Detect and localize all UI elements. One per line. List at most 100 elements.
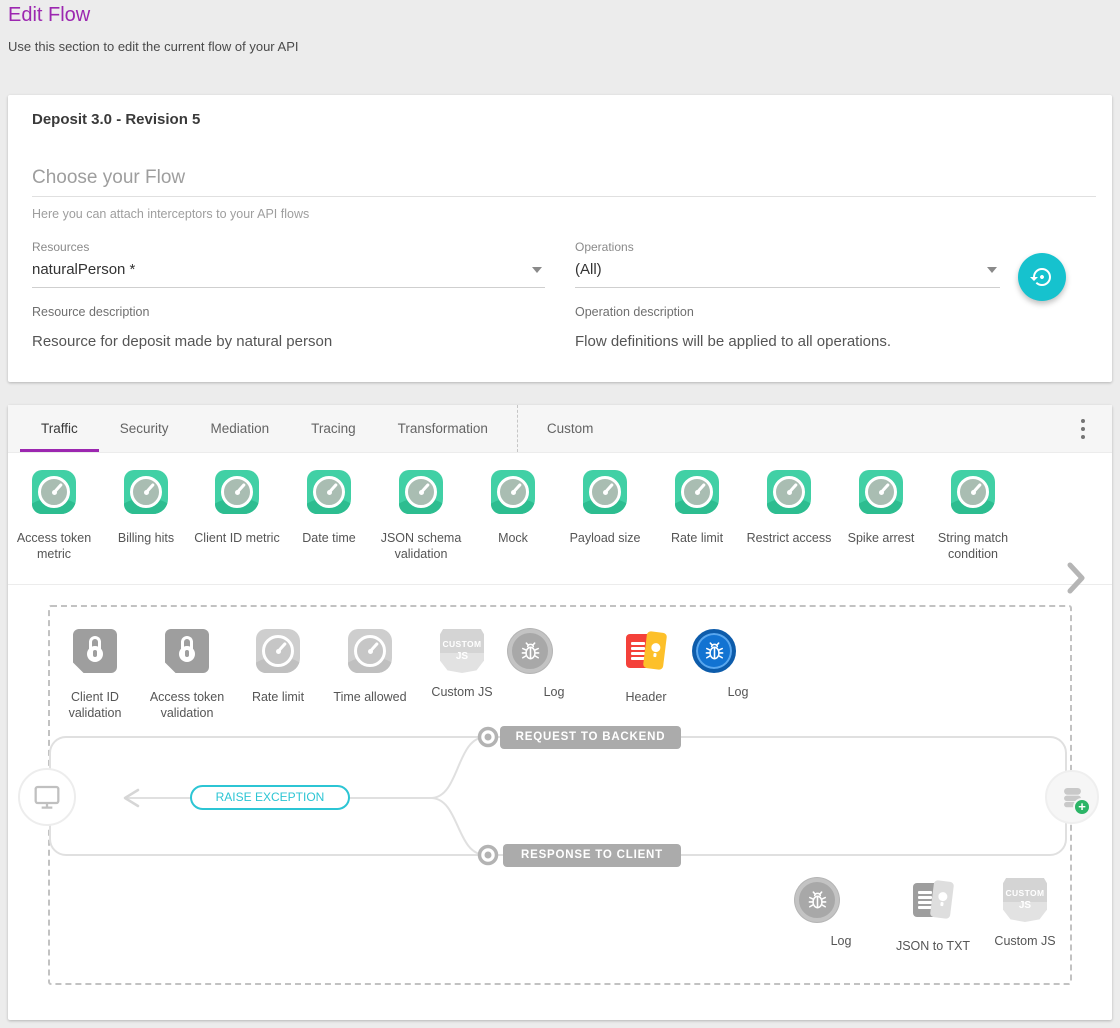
flow-interceptor-access-token-validation[interactable]: Access token validation <box>141 629 233 721</box>
flow-interceptor-json-to-txt[interactable]: JSON to TXT <box>887 878 979 954</box>
palette-item-label: String match condition <box>927 530 1019 562</box>
palette-item-billing-hits[interactable]: Billing hits <box>100 470 192 546</box>
gauge-icon <box>859 470 903 514</box>
gauge-icon <box>307 470 351 514</box>
palette-item-label: Access token metric <box>8 530 100 562</box>
flow-interceptor-log[interactable]: Log <box>508 629 600 700</box>
resource-description-value: Resource for deposit made by natural per… <box>32 333 532 350</box>
tab-mediation[interactable]: Mediation <box>190 405 291 452</box>
flow-item-label: Time allowed <box>324 689 416 705</box>
chevron-down-icon[interactable] <box>987 267 997 273</box>
gauge-icon <box>491 470 535 514</box>
flow-interceptor-log-response[interactable]: Log <box>795 878 887 949</box>
palette-item-string-match-condition[interactable]: String match condition <box>927 470 1019 562</box>
client-endpoint <box>18 768 76 826</box>
gauge-icon <box>348 629 392 673</box>
flow-item-label: Custom JS <box>416 684 508 700</box>
resources-value: naturalPerson * <box>32 261 545 278</box>
section-hint: Here you can attach interceptors to your… <box>32 207 309 221</box>
interceptor-palette: Access token metric Billing hits Client … <box>8 453 1112 585</box>
palette-item-label: Restrict access <box>743 530 835 546</box>
resources-select[interactable]: Resources naturalPerson * <box>32 240 545 288</box>
bug-log-icon <box>692 629 736 673</box>
flow-interceptor-custom-js[interactable]: CUSTOMJS Custom JS <box>416 629 508 700</box>
gauge-icon <box>124 470 168 514</box>
operations-value: (All) <box>575 261 1000 278</box>
page-title: Edit Flow <box>8 4 298 27</box>
raise-exception-pill[interactable]: RAISE EXCEPTION <box>190 785 350 810</box>
flow-diagram: Client ID validation Access token valida… <box>8 585 1112 1020</box>
flow-interceptor-rate-limit[interactable]: Rate limit <box>232 629 324 705</box>
palette-item-payload-size[interactable]: Payload size <box>559 470 651 546</box>
palette-item-label: Rate limit <box>651 530 743 546</box>
tab-security[interactable]: Security <box>99 405 190 452</box>
flow-item-label: JSON to TXT <box>887 938 979 954</box>
tab-traffic[interactable]: Traffic <box>20 405 99 452</box>
response-to-client-label: RESPONSE TO CLIENT <box>503 844 681 867</box>
interceptor-tabbar: Traffic Security Mediation Tracing Trans… <box>8 405 1112 453</box>
gauge-icon <box>675 470 719 514</box>
palette-item-label: Mock <box>467 530 559 546</box>
page-subtitle: Use this section to edit the current flo… <box>8 39 298 54</box>
operations-select[interactable]: Operations (All) <box>575 240 1000 288</box>
flow-interceptor-client-id-validation[interactable]: Client ID validation <box>49 629 141 721</box>
palette-item-access-token-metric[interactable]: Access token metric <box>8 470 100 562</box>
gauge-icon <box>399 470 443 514</box>
add-icon: + <box>1073 798 1091 816</box>
flow-item-label: Access token validation <box>141 689 233 721</box>
flow-item-label: Custom JS <box>979 933 1071 949</box>
flow-interceptor-log-blue[interactable]: Log <box>692 629 784 700</box>
palette-item-label: Client ID metric <box>191 530 283 546</box>
palette-item-spike-arrest[interactable]: Spike arrest <box>835 470 927 546</box>
flow-history-button[interactable] <box>1018 253 1066 301</box>
palette-item-label: Spike arrest <box>835 530 927 546</box>
palette-item-rate-limit[interactable]: Rate limit <box>651 470 743 546</box>
interceptor-workbench-card: Traffic Security Mediation Tracing Trans… <box>8 405 1112 1020</box>
resources-label: Resources <box>32 240 545 254</box>
flow-interceptor-header[interactable]: Header <box>600 629 692 705</box>
tab-transformation[interactable]: Transformation <box>377 405 509 452</box>
lock-icon <box>165 629 209 673</box>
flow-chooser-card: Deposit 3.0 - Revision 5 Choose your Flo… <box>8 95 1112 382</box>
flow-interceptor-custom-js-response[interactable]: CUSTOMJS Custom JS <box>979 878 1071 949</box>
palette-item-label: JSON schema validation <box>375 530 467 562</box>
flow-item-label: Log <box>795 933 887 949</box>
api-revision-title: Deposit 3.0 - Revision 5 <box>32 111 200 128</box>
gauge-icon <box>583 470 627 514</box>
palette-item-label: Date time <box>283 530 375 546</box>
tab-tracing[interactable]: Tracing <box>290 405 377 452</box>
bug-log-icon <box>508 629 552 673</box>
gauge-icon <box>32 470 76 514</box>
gauge-icon <box>215 470 259 514</box>
lock-icon <box>73 629 117 673</box>
palette-item-client-id-metric[interactable]: Client ID metric <box>191 470 283 546</box>
gauge-icon <box>951 470 995 514</box>
bug-log-icon <box>795 878 839 922</box>
tab-divider <box>517 405 518 452</box>
chevron-down-icon[interactable] <box>532 267 542 273</box>
resource-description: Resource description Resource for deposi… <box>32 305 532 350</box>
history-restore-icon <box>1030 265 1054 289</box>
tab-custom[interactable]: Custom <box>526 405 615 452</box>
kebab-menu-icon[interactable] <box>1076 419 1090 439</box>
flow-item-label: Log <box>508 684 600 700</box>
flow-item-label: Client ID validation <box>49 689 141 721</box>
palette-item-label: Billing hits <box>100 530 192 546</box>
palette-item-restrict-access[interactable]: Restrict access <box>743 470 835 546</box>
flow-interceptor-time-allowed[interactable]: Time allowed <box>324 629 416 705</box>
section-title: Choose your Flow <box>32 167 185 189</box>
gauge-icon <box>256 629 300 673</box>
backend-endpoint-add[interactable]: + <box>1045 770 1099 824</box>
json-to-txt-icon <box>911 878 955 922</box>
palette-item-mock[interactable]: Mock <box>467 470 559 546</box>
palette-item-date-time[interactable]: Date time <box>283 470 375 546</box>
palette-item-json-schema-validation[interactable]: JSON schema validation <box>375 470 467 562</box>
monitor-icon <box>31 781 63 813</box>
gauge-icon <box>767 470 811 514</box>
operation-description-value: Flow definitions will be applied to all … <box>575 333 1005 350</box>
section-divider <box>32 196 1096 197</box>
custom-js-icon: CUSTOMJS <box>1003 878 1047 922</box>
flow-item-label: Header <box>600 689 692 705</box>
flow-item-label: Log <box>692 684 784 700</box>
field-underline <box>32 287 545 288</box>
